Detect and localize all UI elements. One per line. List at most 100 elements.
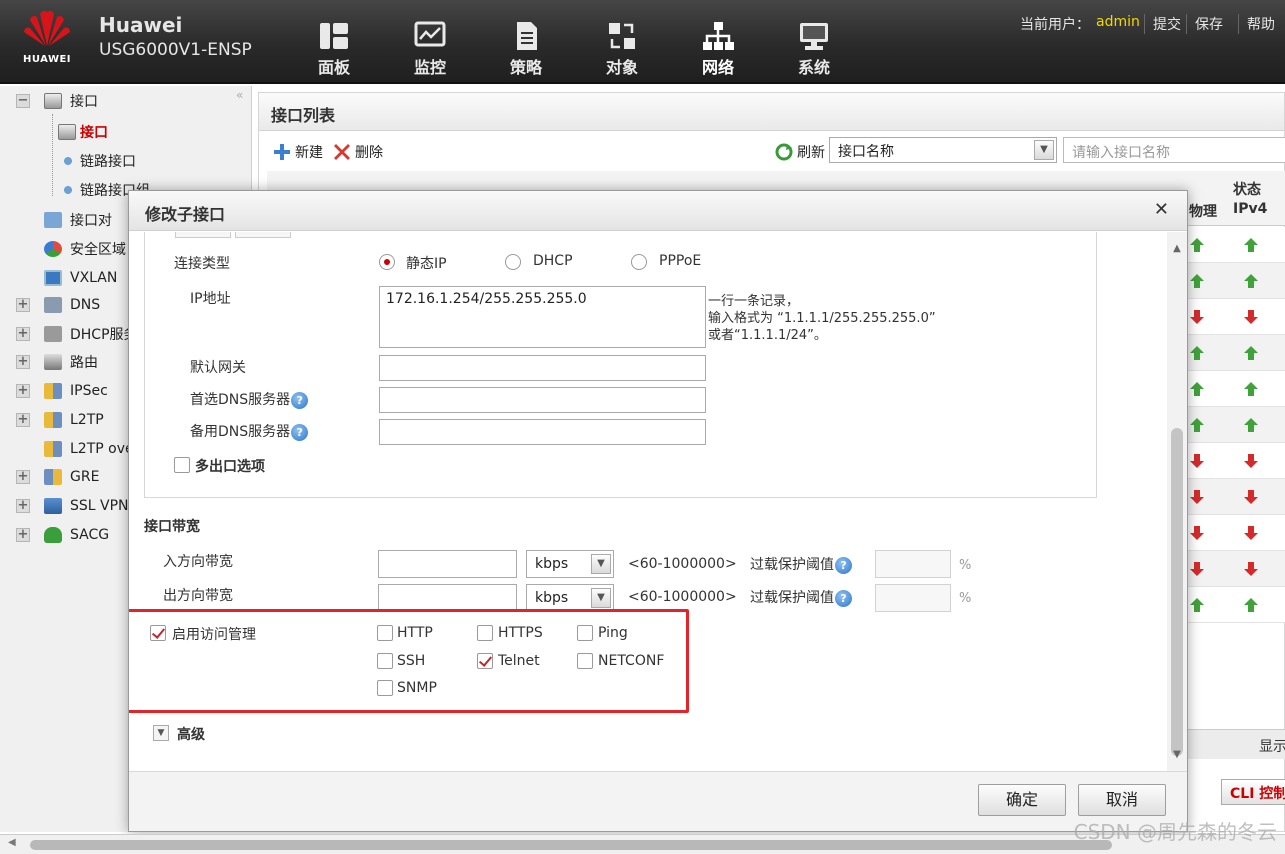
search-input[interactable]: 请输入接口名称: [1063, 137, 1285, 163]
netconf-checkbox[interactable]: [577, 653, 593, 669]
tab-ipv4[interactable]: [175, 232, 231, 238]
https-checkbox[interactable]: [477, 625, 493, 641]
telnet-checkbox[interactable]: [477, 653, 493, 669]
inbound-percent: %: [959, 558, 972, 573]
refresh-button[interactable]: 刷新: [775, 142, 825, 162]
dhcp-icon: [44, 326, 62, 342]
sidebar-item-interface-group[interactable]: − 接口: [16, 89, 98, 113]
status-header: 状态: [1233, 182, 1261, 198]
object-icon: [609, 23, 635, 49]
static-ip-radio[interactable]: [379, 254, 395, 270]
enable-access-management-checkbox[interactable]: [150, 625, 166, 641]
dhcp-radio[interactable]: [505, 254, 521, 270]
http-label: HTTP: [397, 625, 433, 641]
expand-icon[interactable]: +: [16, 528, 30, 542]
sidebar-item-vxlan[interactable]: VXLAN: [44, 266, 117, 290]
refresh-icon: [775, 143, 793, 161]
expand-advanced-icon[interactable]: ▼: [153, 725, 169, 741]
status-up-arrow-icon: [1190, 418, 1204, 432]
help-icon[interactable]: ?: [291, 423, 309, 441]
nav-policy[interactable]: 策略: [496, 20, 556, 80]
chevron-down-icon[interactable]: ▼: [591, 554, 611, 574]
sidebar-item-label: 接口: [80, 125, 108, 141]
nav-system[interactable]: 系统: [784, 20, 844, 80]
sidebar-item-link-interface[interactable]: 链路接口: [58, 149, 136, 173]
dhcp-label: DHCP: [533, 253, 573, 269]
nav-label: 网络: [701, 58, 734, 77]
status-down-arrow-icon: [1244, 454, 1258, 468]
help-button[interactable]: 帮助: [1238, 14, 1275, 34]
dialog-title: 修改子接口: [145, 205, 226, 224]
help-icon[interactable]: ?: [835, 556, 852, 574]
default-gateway-input[interactable]: [379, 355, 706, 381]
ip-hint-line-3: 或者“1.1.1.1/24”。: [708, 328, 827, 343]
sidebar-item-ipsec[interactable]: + IPSec: [16, 379, 108, 403]
nav-network[interactable]: 网络: [688, 20, 748, 80]
sidebar-item-l2tp[interactable]: + L2TP: [16, 408, 104, 432]
cancel-button[interactable]: 取消: [1078, 784, 1166, 816]
scroll-down-arrow-icon[interactable]: ▼: [1171, 750, 1183, 760]
ssh-checkbox[interactable]: [377, 653, 393, 669]
inbound-unit-select[interactable]: kbps ▼: [526, 550, 614, 578]
expand-icon[interactable]: +: [16, 327, 30, 341]
ok-button[interactable]: 确定: [978, 784, 1066, 816]
sidebar-item-gre[interactable]: + GRE: [16, 465, 99, 489]
expand-icon[interactable]: +: [16, 499, 30, 513]
sidebar-item-security-zone[interactable]: 安全区域: [44, 237, 126, 261]
sidebar-item-sacg[interactable]: + SACG: [16, 523, 109, 547]
nav-dashboard[interactable]: 面板: [304, 20, 364, 80]
expand-icon[interactable]: +: [16, 470, 30, 484]
help-icon[interactable]: ?: [291, 391, 309, 409]
new-button[interactable]: 新建: [273, 142, 323, 162]
save-button[interactable]: 保存: [1186, 14, 1223, 34]
status-up-arrow-icon: [1190, 382, 1204, 396]
primary-dns-input[interactable]: [379, 387, 706, 413]
nav-label: 策略: [509, 58, 542, 77]
user-area: 当前用户： admin 提交 保存 帮助: [1020, 14, 1285, 36]
advanced-section-label[interactable]: 高级: [177, 724, 205, 744]
expand-icon[interactable]: +: [16, 355, 30, 369]
help-icon[interactable]: ?: [835, 589, 852, 607]
expand-icon[interactable]: +: [16, 298, 30, 312]
scroll-up-arrow-icon[interactable]: ▲: [1171, 244, 1183, 254]
chevron-down-icon[interactable]: ▼: [591, 588, 611, 608]
snmp-checkbox[interactable]: [377, 680, 393, 696]
l2tp-ipsec-icon: [44, 441, 62, 457]
sidebar-item-dns[interactable]: + DNS: [16, 293, 100, 317]
sidebar-item-route[interactable]: + 路由: [16, 350, 98, 374]
delete-button[interactable]: 删除: [333, 142, 383, 162]
http-checkbox[interactable]: [377, 625, 393, 641]
dialog-vertical-scrollbar[interactable]: ▲ ▼: [1167, 232, 1187, 772]
expand-icon[interactable]: +: [16, 384, 30, 398]
add-icon: [274, 144, 290, 160]
chevron-down-icon[interactable]: ▼: [1034, 140, 1054, 160]
ipsec-icon: [44, 383, 62, 399]
ping-checkbox[interactable]: [577, 625, 593, 641]
nav-object[interactable]: 对象: [592, 20, 652, 80]
ip-address-textarea[interactable]: 172.16.1.254/255.255.255.0: [379, 286, 706, 348]
expand-icon[interactable]: +: [16, 413, 30, 427]
filter-select[interactable]: 接口名称 ▼: [829, 137, 1057, 163]
secondary-dns-input[interactable]: [379, 419, 706, 445]
nav-monitor[interactable]: 监控: [400, 20, 460, 80]
scrollbar-thumb[interactable]: [1171, 428, 1183, 756]
collapse-icon[interactable]: −: [16, 94, 30, 108]
pppoe-radio[interactable]: [631, 254, 647, 270]
current-user[interactable]: admin: [1096, 14, 1140, 30]
cli-console-button[interactable]: CLI 控制台: [1221, 779, 1285, 805]
multi-exit-checkbox[interactable]: [174, 457, 190, 473]
submit-button[interactable]: 提交: [1144, 14, 1181, 34]
edit-subinterface-dialog: 修改子接口 ✕ 连接类型 静态IP DHCP PPPoE IP地址 172.16…: [128, 190, 1188, 832]
inbound-bandwidth-input[interactable]: [378, 550, 517, 578]
outbound-bandwidth-input[interactable]: [378, 584, 517, 612]
scrollbar-thumb[interactable]: [30, 840, 1112, 850]
filter-value: 接口名称: [838, 144, 894, 160]
sidebar-item-interface-pair[interactable]: 接口对: [44, 208, 112, 232]
outbound-unit-select[interactable]: kbps ▼: [526, 584, 614, 612]
collapse-sidebar-icon[interactable]: «: [236, 88, 243, 102]
tab-ipv6[interactable]: [235, 232, 291, 238]
sidebar-item-interface[interactable]: 接口: [58, 120, 108, 144]
scroll-left-arrow-icon[interactable]: ◀: [8, 837, 16, 848]
close-icon[interactable]: ✕: [1154, 199, 1169, 220]
sidebar-item-ssl-vpn[interactable]: + SSL VPN: [16, 494, 129, 518]
